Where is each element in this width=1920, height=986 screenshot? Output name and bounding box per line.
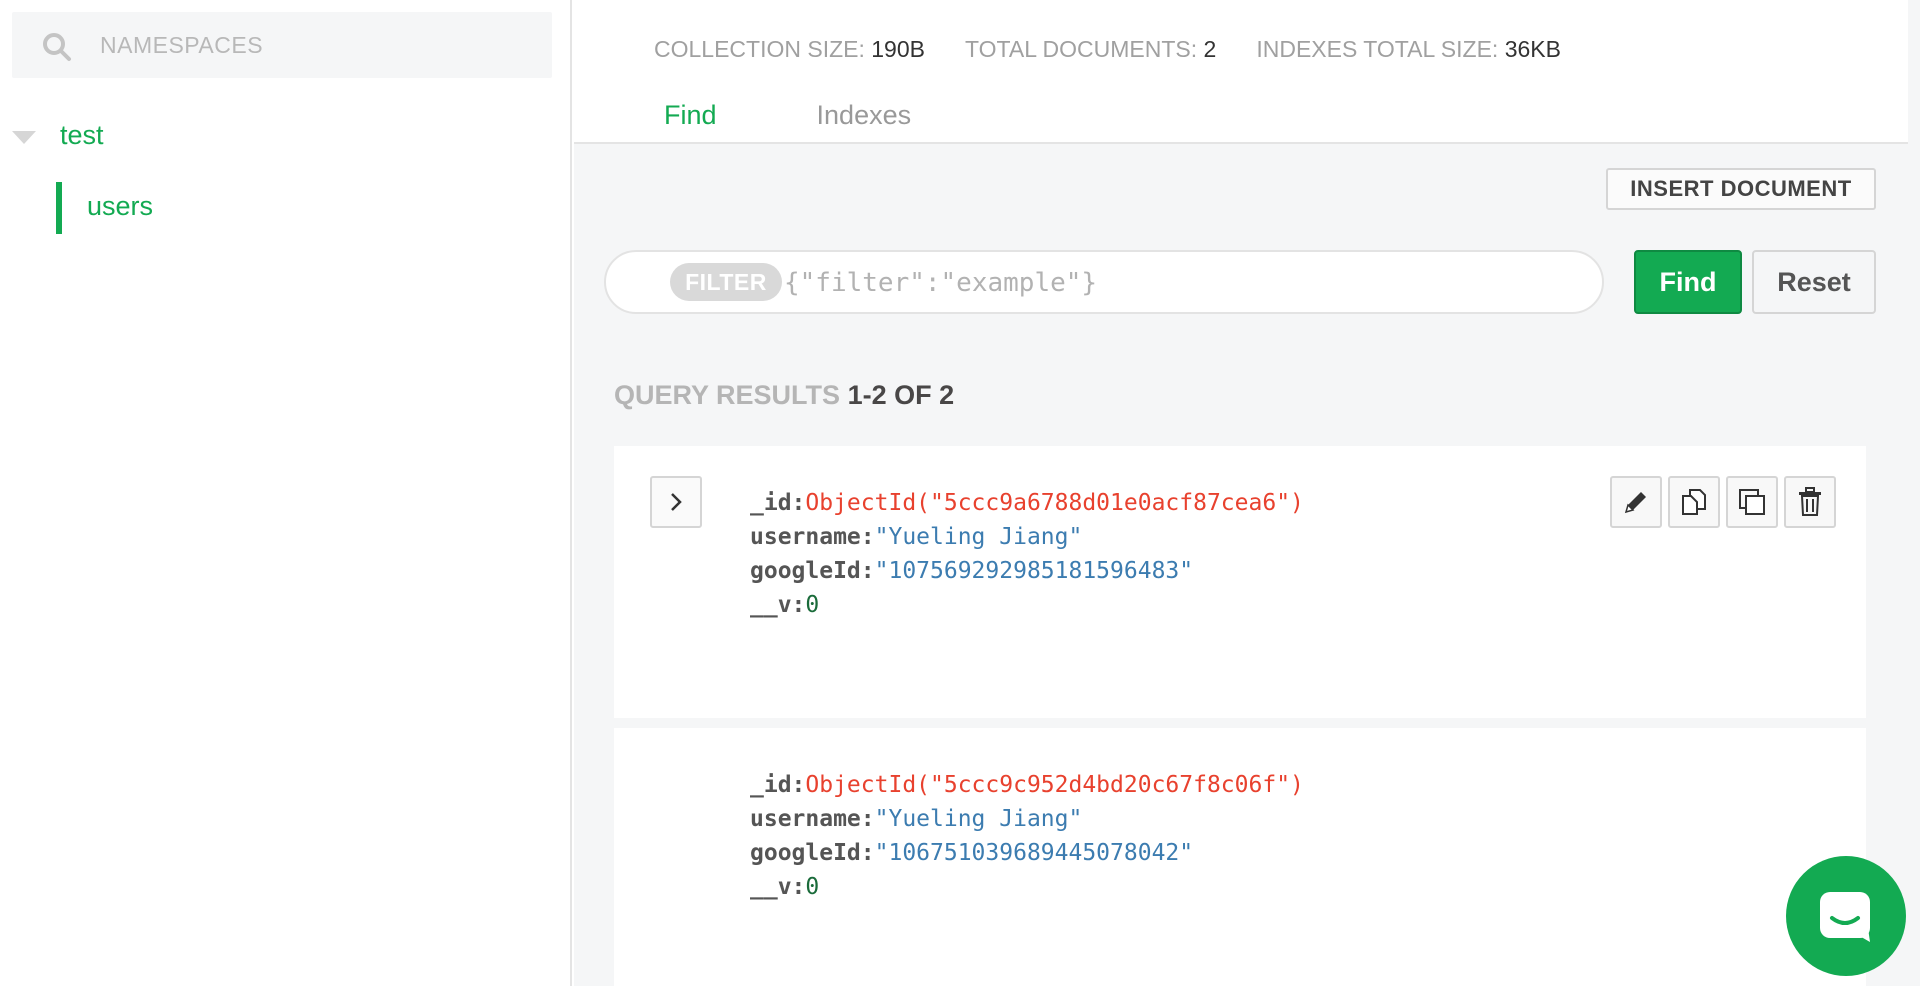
database-label: test [60,120,104,150]
stat-label: INDEXES TOTAL SIZE: [1256,36,1499,62]
caret-down-icon[interactable] [12,130,36,144]
trash-icon [1799,487,1821,516]
field-id: _id:ObjectId("5ccc9c952d4bd20c67f8c06f") [750,768,1304,802]
field-version: __v:0 [750,870,1304,904]
document-fields: _id:ObjectId("5ccc9a6788d01e0acf87cea6")… [750,486,1304,622]
field-username: username:"Yueling Jiang" [750,520,1304,554]
field-googleid: googleId:"106751039689445078042" [750,836,1304,870]
namespace-search [12,12,552,78]
stat-total-documents: TOTAL DOCUMENTS: 2 [965,36,1216,63]
document-fields: _id:ObjectId("5ccc9c952d4bd20c67f8c06f")… [750,768,1304,904]
field-value: "106751039689445078042" [874,840,1194,866]
pencil-icon [1624,492,1646,514]
field-key: googleId: [750,840,875,866]
collection-header: COLLECTION SIZE: 190B TOTAL DOCUMENTS: 2… [574,0,1908,144]
collection-tabs: Find Indexes [664,100,911,131]
field-version: __v:0 [750,588,1304,622]
chat-icon [1820,892,1870,942]
reset-button[interactable]: Reset [1752,250,1876,314]
sidebar-item-collection[interactable]: users [56,182,556,234]
sidebar-item-database[interactable]: test [12,116,104,156]
expand-document-button[interactable] [650,476,702,528]
main-panel: COLLECTION SIZE: 190B TOTAL DOCUMENTS: 2… [574,0,1920,986]
delete-document-button[interactable] [1784,476,1836,528]
stat-value: 2 [1203,36,1217,62]
field-key: __v: [750,592,806,618]
stat-value: 36KB [1504,36,1561,62]
tab-indexes[interactable]: Indexes [817,100,912,131]
insert-document-button[interactable]: INSERT DOCUMENT [1606,168,1876,210]
search-icon [43,33,71,61]
field-key: _id: [750,490,806,516]
stat-collection-size: COLLECTION SIZE: 190B [654,36,925,63]
field-key: __v: [750,874,806,900]
edit-document-button[interactable] [1610,476,1662,528]
stat-value: 190B [871,36,925,62]
field-value: "Yueling Jiang" [874,806,1083,832]
filter-input[interactable] [784,264,1584,302]
document-actions [1610,476,1836,528]
active-collection-indicator [56,182,62,234]
chat-widget-button[interactable] [1786,856,1906,976]
find-button[interactable]: Find [1634,250,1742,314]
results-range: 1-2 OF 2 [847,380,955,410]
stat-indexes-size: INDEXES TOTAL SIZE: 36KB [1256,36,1561,63]
field-key: _id: [750,772,806,798]
field-value: ObjectId("5ccc9a6788d01e0acf87cea6") [805,490,1304,516]
results-label: QUERY RESULTS [614,380,841,410]
clone-icon [1739,489,1765,515]
collection-label: users [87,191,154,221]
namespace-search-input[interactable] [100,30,520,60]
clone-document-button[interactable] [1726,476,1778,528]
field-value: "Yueling Jiang" [874,524,1083,550]
field-googleid: googleId:"107569292985181596483" [750,554,1304,588]
stat-label: COLLECTION SIZE: [654,36,865,62]
sidebar: test users [0,0,572,986]
stat-label: TOTAL DOCUMENTS: [964,36,1198,62]
field-username: username:"Yueling Jiang" [750,802,1304,836]
filter-bar: FILTER [604,250,1604,314]
query-results-summary: QUERY RESULTS 1-2 OF 2 [614,380,954,411]
document-card: _id:ObjectId("5ccc9a6788d01e0acf87cea6")… [614,446,1866,718]
copy-icon [1682,489,1706,515]
chevron-right-icon [671,493,682,511]
field-key: username: [750,806,875,832]
field-key: username: [750,524,875,550]
field-value: ObjectId("5ccc9c952d4bd20c67f8c06f") [805,772,1304,798]
field-value: 0 [805,592,820,618]
field-value: "107569292985181596483" [874,558,1194,584]
field-id: _id:ObjectId("5ccc9a6788d01e0acf87cea6") [750,486,1304,520]
collection-stats: COLLECTION SIZE: 190B TOTAL DOCUMENTS: 2… [654,36,1561,63]
field-value: 0 [805,874,820,900]
copy-document-button[interactable] [1668,476,1720,528]
tab-find[interactable]: Find [664,100,717,131]
filter-tag: FILTER [670,263,782,301]
field-key: googleId: [750,558,875,584]
document-card: _id:ObjectId("5ccc9c952d4bd20c67f8c06f")… [614,728,1866,986]
